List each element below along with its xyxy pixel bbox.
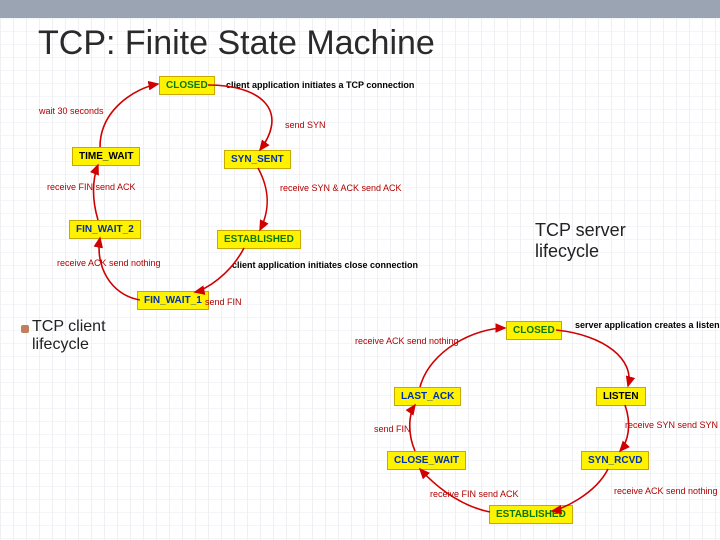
ann-server-create: server application creates a listen sock… bbox=[575, 320, 720, 330]
ann-client-recv-fin: receive FIN send ACK bbox=[47, 182, 136, 192]
ann-server-recv-ack2: receive ACK send nothing bbox=[355, 336, 459, 346]
ann-server-send-fin: send FIN bbox=[374, 424, 411, 434]
state-server-closed: CLOSED bbox=[506, 321, 562, 340]
caption-server-lifecycle: TCP server lifecycle bbox=[535, 220, 626, 262]
ann-client-close: client application initiates close conne… bbox=[232, 260, 418, 270]
slide-accent-bar bbox=[0, 0, 720, 18]
ann-client-recv-synack: receive SYN & ACK send ACK bbox=[280, 183, 402, 193]
state-server-last-ack: LAST_ACK bbox=[394, 387, 461, 406]
ann-client-wait30: wait 30 seconds bbox=[39, 106, 104, 116]
ann-server-recv-ack: receive ACK send nothing bbox=[614, 486, 718, 496]
state-client-fin-wait-2: FIN_WAIT_2 bbox=[69, 220, 141, 239]
caption-client-lifecycle: TCP client lifecycle bbox=[32, 318, 106, 354]
ann-client-send-syn: send SYN bbox=[285, 120, 326, 130]
slide-title: TCP: Finite State Machine bbox=[38, 24, 435, 63]
state-client-closed: CLOSED bbox=[159, 76, 215, 95]
state-client-established: ESTABLISHED bbox=[217, 230, 301, 249]
ann-client-send-fin: send FIN bbox=[205, 297, 242, 307]
bullet-icon bbox=[21, 325, 29, 333]
state-client-time-wait: TIME_WAIT bbox=[72, 147, 140, 166]
state-server-listen: LISTEN bbox=[596, 387, 646, 406]
ann-client-recv-ack: receive ACK send nothing bbox=[57, 258, 161, 268]
state-client-syn-sent: SYN_SENT bbox=[224, 150, 291, 169]
state-server-syn-rcvd: SYN_RCVD bbox=[581, 451, 649, 470]
state-server-close-wait: CLOSE_WAIT bbox=[387, 451, 466, 470]
ann-client-init: client application initiates a TCP conne… bbox=[226, 80, 414, 90]
state-client-fin-wait-1: FIN_WAIT_1 bbox=[137, 291, 209, 310]
ann-server-recv-syn: receive SYN send SYN & ACK bbox=[625, 420, 720, 430]
ann-server-recv-fin: receive FIN send ACK bbox=[430, 489, 519, 499]
state-server-established: ESTABLISHED bbox=[489, 505, 573, 524]
